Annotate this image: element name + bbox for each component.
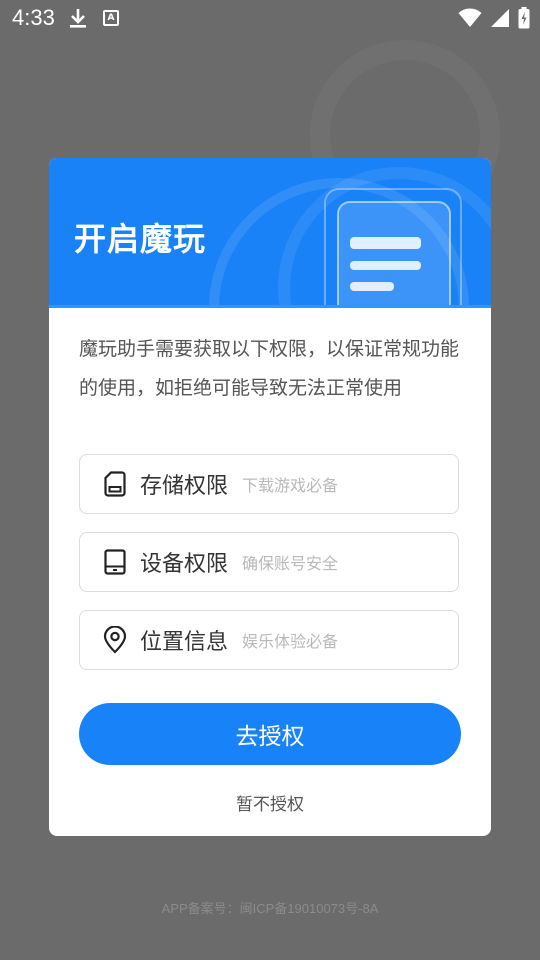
permission-item-device: 设备权限 确保账号安全 xyxy=(79,532,459,592)
permission-dialog: 开启魔玩 魔玩助手需要获取以下权限，以保证常规功能的使用，如拒绝可能导致无法正常… xyxy=(49,158,491,836)
wifi-icon xyxy=(458,8,482,32)
a-notification-icon: A xyxy=(103,10,119,26)
signal-icon xyxy=(490,8,510,32)
permission-title: 设备权限 xyxy=(140,552,229,577)
skip-authorization-link[interactable]: 暂不授权 xyxy=(49,790,491,815)
permission-desc: 下载游戏必备 xyxy=(242,476,339,495)
dialog-header: 开启魔玩 xyxy=(49,158,491,308)
status-bar: 4:33 A xyxy=(0,0,540,36)
authorize-button[interactable]: 去授权 xyxy=(79,703,461,765)
status-time: 4:33 xyxy=(12,5,55,30)
permission-desc: 确保账号安全 xyxy=(242,554,339,573)
device-icon xyxy=(101,548,129,576)
permission-title: 位置信息 xyxy=(140,630,229,655)
permission-desc: 娱乐体验必备 xyxy=(242,632,339,651)
download-icon xyxy=(68,7,88,33)
header-divider xyxy=(49,305,491,308)
icp-record-text: APP备案号：闽ICP备19010073号-8A xyxy=(161,901,379,916)
storage-icon xyxy=(101,470,129,498)
location-pin-icon xyxy=(101,626,129,654)
permission-item-storage: 存储权限 下载游戏必备 xyxy=(79,454,459,514)
permission-title: 存储权限 xyxy=(140,474,229,499)
status-indicators xyxy=(458,7,530,33)
dialog-title: 开启魔玩 xyxy=(74,220,207,258)
dialog-description: 魔玩助手需要获取以下权限，以保证常规功能的使用，如拒绝可能导致无法正常使用 xyxy=(79,338,460,399)
document-illustration-icon xyxy=(209,167,491,308)
permission-item-location: 位置信息 娱乐体验必备 xyxy=(79,610,459,670)
battery-icon xyxy=(518,7,530,33)
